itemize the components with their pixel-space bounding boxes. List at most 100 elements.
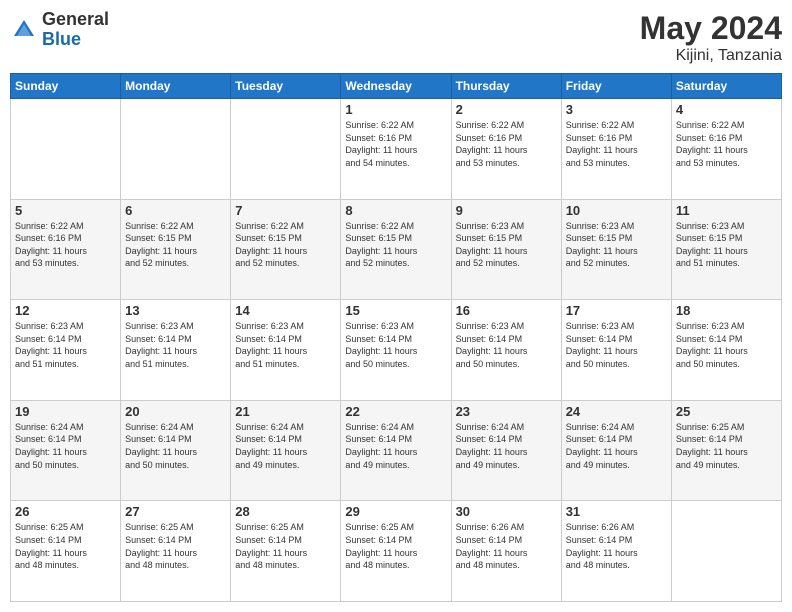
- cell-4-1: 27Sunrise: 6:25 AM Sunset: 6:14 PM Dayli…: [121, 501, 231, 602]
- col-thursday: Thursday: [451, 74, 561, 99]
- day-info: Sunrise: 6:22 AM Sunset: 6:16 PM Dayligh…: [566, 119, 667, 169]
- day-number: 4: [676, 102, 777, 117]
- page: General Blue May 2024 Kijini, Tanzania S…: [0, 0, 792, 612]
- day-info: Sunrise: 6:23 AM Sunset: 6:14 PM Dayligh…: [235, 320, 336, 370]
- day-number: 3: [566, 102, 667, 117]
- cell-3-5: 24 Sunrise: 6:24 AM Sunset: 6:14 PM Dayli…: [561, 400, 671, 501]
- title-block: May 2024 Kijini, Tanzania: [640, 10, 782, 65]
- week-row-4: 26Sunrise: 6:25 AM Sunset: 6:14 PM Dayli…: [11, 501, 782, 602]
- col-tuesday: Tuesday: [231, 74, 341, 99]
- week-row-1: 5 Sunrise: 6:22 AM Sunset: 6:16 PM Daylig…: [11, 199, 782, 300]
- cell-0-5: 3 Sunrise: 6:22 AM Sunset: 6:16 PM Daylig…: [561, 99, 671, 200]
- day-number: 25: [676, 404, 777, 419]
- logo-text: General Blue: [42, 10, 109, 50]
- day-info: Sunrise: 6:24 AM Sunset: 6:14 PM Dayligh…: [456, 421, 557, 471]
- cell-3-3: 22Sunrise: 6:24 AM Sunset: 6:14 PM Dayli…: [341, 400, 451, 501]
- cell-1-1: 6 Sunrise: 6:22 AM Sunset: 6:15 PM Daylig…: [121, 199, 231, 300]
- cell-1-4: 9Sunrise: 6:23 AM Sunset: 6:15 PM Daylig…: [451, 199, 561, 300]
- day-info: Sunrise: 6:22 AM Sunset: 6:16 PM Dayligh…: [345, 119, 446, 169]
- cell-1-3: 8 Sunrise: 6:22 AM Sunset: 6:15 PM Daylig…: [341, 199, 451, 300]
- cell-0-3: 1 Sunrise: 6:22 AM Sunset: 6:16 PM Daylig…: [341, 99, 451, 200]
- col-saturday: Saturday: [671, 74, 781, 99]
- logo: General Blue: [10, 10, 109, 50]
- col-wednesday: Wednesday: [341, 74, 451, 99]
- day-info: Sunrise: 6:24 AM Sunset: 6:14 PM Dayligh…: [235, 421, 336, 471]
- day-number: 29: [345, 504, 446, 519]
- cell-3-6: 25 Sunrise: 6:25 AM Sunset: 6:14 PM Dayli…: [671, 400, 781, 501]
- logo-blue: Blue: [42, 30, 109, 50]
- day-info: Sunrise: 6:23 AM Sunset: 6:14 PM Dayligh…: [676, 320, 777, 370]
- day-info: Sunrise: 6:24 AM Sunset: 6:14 PM Dayligh…: [15, 421, 116, 471]
- day-number: 1: [345, 102, 446, 117]
- cell-0-6: 4Sunrise: 6:22 AM Sunset: 6:16 PM Daylig…: [671, 99, 781, 200]
- day-number: 18: [676, 303, 777, 318]
- day-number: 12: [15, 303, 116, 318]
- day-number: 16: [456, 303, 557, 318]
- day-info: Sunrise: 6:24 AM Sunset: 6:14 PM Dayligh…: [566, 421, 667, 471]
- day-info: Sunrise: 6:23 AM Sunset: 6:14 PM Dayligh…: [15, 320, 116, 370]
- week-row-0: 1 Sunrise: 6:22 AM Sunset: 6:16 PM Daylig…: [11, 99, 782, 200]
- cell-2-1: 13Sunrise: 6:23 AM Sunset: 6:14 PM Dayli…: [121, 300, 231, 401]
- day-info: Sunrise: 6:22 AM Sunset: 6:15 PM Dayligh…: [345, 220, 446, 270]
- day-number: 11: [676, 203, 777, 218]
- cell-4-3: 29 Sunrise: 6:25 AM Sunset: 6:14 PM Dayli…: [341, 501, 451, 602]
- cell-0-2: [231, 99, 341, 200]
- day-info: Sunrise: 6:22 AM Sunset: 6:15 PM Dayligh…: [125, 220, 226, 270]
- cell-3-4: 23Sunrise: 6:24 AM Sunset: 6:14 PM Dayli…: [451, 400, 561, 501]
- calendar-header-row: Sunday Monday Tuesday Wednesday Thursday…: [11, 74, 782, 99]
- cell-1-0: 5 Sunrise: 6:22 AM Sunset: 6:16 PM Daylig…: [11, 199, 121, 300]
- col-sunday: Sunday: [11, 74, 121, 99]
- day-number: 8: [345, 203, 446, 218]
- day-info: Sunrise: 6:23 AM Sunset: 6:15 PM Dayligh…: [566, 220, 667, 270]
- day-number: 21: [235, 404, 336, 419]
- cell-4-6: [671, 501, 781, 602]
- day-info: Sunrise: 6:23 AM Sunset: 6:14 PM Dayligh…: [456, 320, 557, 370]
- day-number: 10: [566, 203, 667, 218]
- day-info: Sunrise: 6:22 AM Sunset: 6:16 PM Dayligh…: [456, 119, 557, 169]
- day-number: 15: [345, 303, 446, 318]
- cell-0-4: 2Sunrise: 6:22 AM Sunset: 6:16 PM Daylig…: [451, 99, 561, 200]
- cell-2-2: 14Sunrise: 6:23 AM Sunset: 6:14 PM Dayli…: [231, 300, 341, 401]
- day-number: 9: [456, 203, 557, 218]
- day-number: 5: [15, 203, 116, 218]
- day-info: Sunrise: 6:24 AM Sunset: 6:14 PM Dayligh…: [345, 421, 446, 471]
- col-friday: Friday: [561, 74, 671, 99]
- day-info: Sunrise: 6:25 AM Sunset: 6:14 PM Dayligh…: [15, 521, 116, 571]
- col-monday: Monday: [121, 74, 231, 99]
- day-info: Sunrise: 6:22 AM Sunset: 6:15 PM Dayligh…: [235, 220, 336, 270]
- cell-2-6: 18 Sunrise: 6:23 AM Sunset: 6:14 PM Dayli…: [671, 300, 781, 401]
- day-info: Sunrise: 6:26 AM Sunset: 6:14 PM Dayligh…: [566, 521, 667, 571]
- day-number: 24: [566, 404, 667, 419]
- day-info: Sunrise: 6:25 AM Sunset: 6:14 PM Dayligh…: [676, 421, 777, 471]
- day-info: Sunrise: 6:23 AM Sunset: 6:15 PM Dayligh…: [676, 220, 777, 270]
- sub-title: Kijini, Tanzania: [640, 47, 782, 65]
- day-number: 30: [456, 504, 557, 519]
- logo-general: General: [42, 10, 109, 30]
- main-title: May 2024: [640, 10, 782, 47]
- day-info: Sunrise: 6:23 AM Sunset: 6:14 PM Dayligh…: [125, 320, 226, 370]
- cell-1-6: 11 Sunrise: 6:23 AM Sunset: 6:15 PM Dayli…: [671, 199, 781, 300]
- cell-3-2: 21 Sunrise: 6:24 AM Sunset: 6:14 PM Dayli…: [231, 400, 341, 501]
- cell-0-1: [121, 99, 231, 200]
- day-info: Sunrise: 6:26 AM Sunset: 6:14 PM Dayligh…: [456, 521, 557, 571]
- day-info: Sunrise: 6:24 AM Sunset: 6:14 PM Dayligh…: [125, 421, 226, 471]
- day-info: Sunrise: 6:22 AM Sunset: 6:16 PM Dayligh…: [15, 220, 116, 270]
- day-number: 17: [566, 303, 667, 318]
- day-number: 20: [125, 404, 226, 419]
- day-number: 7: [235, 203, 336, 218]
- cell-1-2: 7 Sunrise: 6:22 AM Sunset: 6:15 PM Daylig…: [231, 199, 341, 300]
- day-number: 31: [566, 504, 667, 519]
- cell-2-5: 17Sunrise: 6:23 AM Sunset: 6:14 PM Dayli…: [561, 300, 671, 401]
- day-info: Sunrise: 6:25 AM Sunset: 6:14 PM Dayligh…: [235, 521, 336, 571]
- cell-4-2: 28Sunrise: 6:25 AM Sunset: 6:14 PM Dayli…: [231, 501, 341, 602]
- week-row-3: 19Sunrise: 6:24 AM Sunset: 6:14 PM Dayli…: [11, 400, 782, 501]
- cell-4-0: 26Sunrise: 6:25 AM Sunset: 6:14 PM Dayli…: [11, 501, 121, 602]
- cell-3-1: 20 Sunrise: 6:24 AM Sunset: 6:14 PM Dayli…: [121, 400, 231, 501]
- header: General Blue May 2024 Kijini, Tanzania: [10, 10, 782, 65]
- cell-1-5: 10 Sunrise: 6:23 AM Sunset: 6:15 PM Dayli…: [561, 199, 671, 300]
- day-number: 6: [125, 203, 226, 218]
- cell-2-4: 16 Sunrise: 6:23 AM Sunset: 6:14 PM Dayli…: [451, 300, 561, 401]
- day-info: Sunrise: 6:25 AM Sunset: 6:14 PM Dayligh…: [345, 521, 446, 571]
- day-number: 27: [125, 504, 226, 519]
- cell-2-0: 12 Sunrise: 6:23 AM Sunset: 6:14 PM Dayli…: [11, 300, 121, 401]
